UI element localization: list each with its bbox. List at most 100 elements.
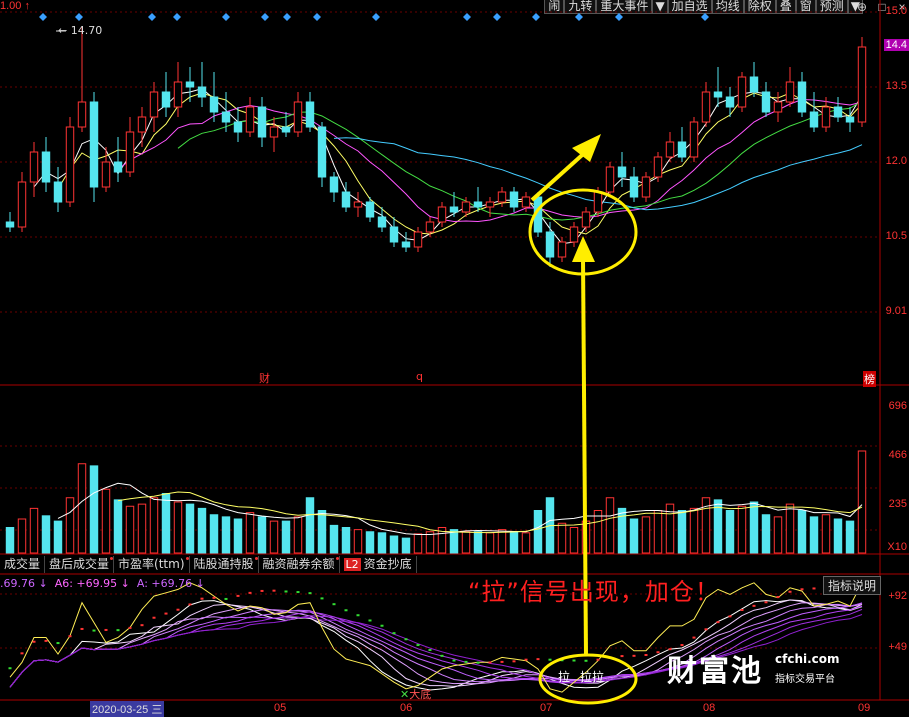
tab-bottom-fishing[interactable]: L2 资金抄底 bbox=[340, 556, 417, 573]
volume-bar bbox=[341, 527, 351, 554]
indicator-dot bbox=[812, 587, 816, 590]
volume-bar bbox=[773, 516, 783, 554]
candle-body bbox=[473, 201, 483, 208]
tab-margin-balance[interactable]: 融资融券余额 bbox=[259, 556, 340, 573]
tab-pe-ttm[interactable]: 市盈率(ttm) bbox=[114, 556, 190, 573]
event-diamonds bbox=[39, 13, 709, 21]
volume-bar bbox=[677, 510, 687, 554]
brand-watermark: 财富池 cfchi.com 指标交易平台 bbox=[667, 646, 877, 696]
tab-volume[interactable]: 成交量 bbox=[0, 556, 46, 573]
volume-bar bbox=[473, 531, 483, 554]
indicator-dot bbox=[236, 594, 240, 597]
indicator-dot bbox=[548, 658, 552, 661]
candle-body bbox=[785, 81, 795, 103]
bottom-signal-label: ✕大底 bbox=[400, 688, 432, 701]
q-event-marker[interactable]: q bbox=[416, 370, 423, 383]
indicator-dot bbox=[704, 628, 708, 631]
tab-afterhours-volume[interactable]: 盘后成交量 bbox=[45, 556, 115, 573]
volume-bar bbox=[485, 532, 495, 554]
candle-body bbox=[293, 101, 303, 133]
candle-body bbox=[377, 216, 387, 228]
indicator-dot bbox=[128, 626, 132, 629]
brand-slogan: 指标交易平台 bbox=[775, 674, 835, 685]
volume-series bbox=[5, 450, 867, 554]
candle-body bbox=[77, 101, 87, 128]
event-diamond bbox=[701, 13, 709, 21]
candle-body bbox=[725, 96, 735, 108]
candle-body bbox=[125, 131, 135, 173]
candle-body bbox=[677, 141, 687, 158]
volume-bar bbox=[353, 529, 363, 554]
candle-body bbox=[65, 126, 75, 203]
candle-body bbox=[401, 241, 411, 248]
kline-chart-canvas[interactable] bbox=[0, 0, 909, 714]
volume-bar bbox=[233, 518, 243, 554]
indicator-dot bbox=[776, 596, 780, 599]
indicator-dot bbox=[356, 614, 360, 617]
indicator-dot bbox=[476, 661, 480, 664]
indicator-explain-button[interactable]: 指标说明 bbox=[822, 576, 881, 595]
volume-bar bbox=[509, 531, 519, 554]
volume-bar bbox=[41, 515, 51, 554]
volume-bar bbox=[641, 516, 651, 554]
indicator-dot bbox=[752, 604, 756, 607]
volume-bar bbox=[137, 503, 147, 554]
candle-body bbox=[389, 226, 399, 243]
indicator-dot bbox=[224, 597, 228, 600]
volume-bar bbox=[737, 505, 747, 554]
indicator-dot bbox=[728, 615, 732, 618]
volume-bar bbox=[317, 510, 327, 554]
max-price-marker: ← 14.70 bbox=[58, 24, 103, 37]
indicator-dot bbox=[8, 667, 12, 670]
brand-site: cfchi.com bbox=[775, 652, 840, 666]
volume-bar bbox=[461, 531, 471, 554]
candle-body bbox=[665, 141, 675, 158]
volume-bar bbox=[77, 463, 87, 554]
indicator-dot bbox=[692, 636, 696, 639]
la-signal-label: 拉 bbox=[558, 670, 571, 684]
candle-body bbox=[89, 101, 99, 188]
indicator-dot bbox=[428, 649, 432, 652]
price-axis-label: 13.5 bbox=[885, 80, 907, 92]
indicator-dot bbox=[296, 591, 300, 594]
candle-body bbox=[233, 121, 243, 133]
volume-bar bbox=[293, 516, 303, 554]
candle-body bbox=[569, 226, 579, 243]
indicator-dot bbox=[800, 588, 804, 591]
indicator-dot bbox=[632, 654, 636, 657]
volume-bar bbox=[497, 529, 507, 554]
month-label: 08 bbox=[703, 702, 716, 714]
volume-bar bbox=[17, 518, 27, 554]
ma-line bbox=[57, 92, 863, 235]
indicator-dot bbox=[68, 635, 72, 638]
candle-body bbox=[761, 91, 771, 113]
event-diamond bbox=[575, 13, 583, 21]
indicator-dot bbox=[104, 628, 108, 631]
indicator-dot bbox=[20, 652, 24, 655]
indicator-dot bbox=[260, 589, 264, 592]
indicator-dot bbox=[320, 597, 324, 600]
candle-body bbox=[773, 101, 783, 113]
indicator-dot bbox=[368, 619, 372, 622]
volume-bar bbox=[653, 510, 663, 554]
candle-body bbox=[749, 76, 759, 93]
ranking-event-marker[interactable]: 榜 bbox=[863, 371, 876, 387]
volume-bar bbox=[29, 507, 39, 554]
indicator-dot bbox=[80, 627, 84, 630]
volume-bar bbox=[629, 518, 639, 554]
indicator-dot bbox=[164, 612, 168, 615]
volume-bar bbox=[161, 493, 171, 554]
candle-body bbox=[581, 211, 591, 228]
volume-bar bbox=[269, 520, 279, 554]
volume-bar bbox=[257, 516, 267, 554]
candle-body bbox=[413, 231, 423, 248]
volume-bar bbox=[377, 532, 387, 554]
indicator-dot bbox=[212, 596, 216, 599]
candle-body bbox=[809, 111, 819, 128]
indicator-dot bbox=[596, 658, 600, 661]
indicator-dot bbox=[392, 632, 396, 635]
volume-bar bbox=[281, 520, 291, 554]
finance-event-marker[interactable]: 财 bbox=[259, 370, 270, 386]
indicator-dot bbox=[512, 660, 516, 663]
tab-northbound-holdings[interactable]: 陆股通持股 bbox=[190, 556, 259, 573]
